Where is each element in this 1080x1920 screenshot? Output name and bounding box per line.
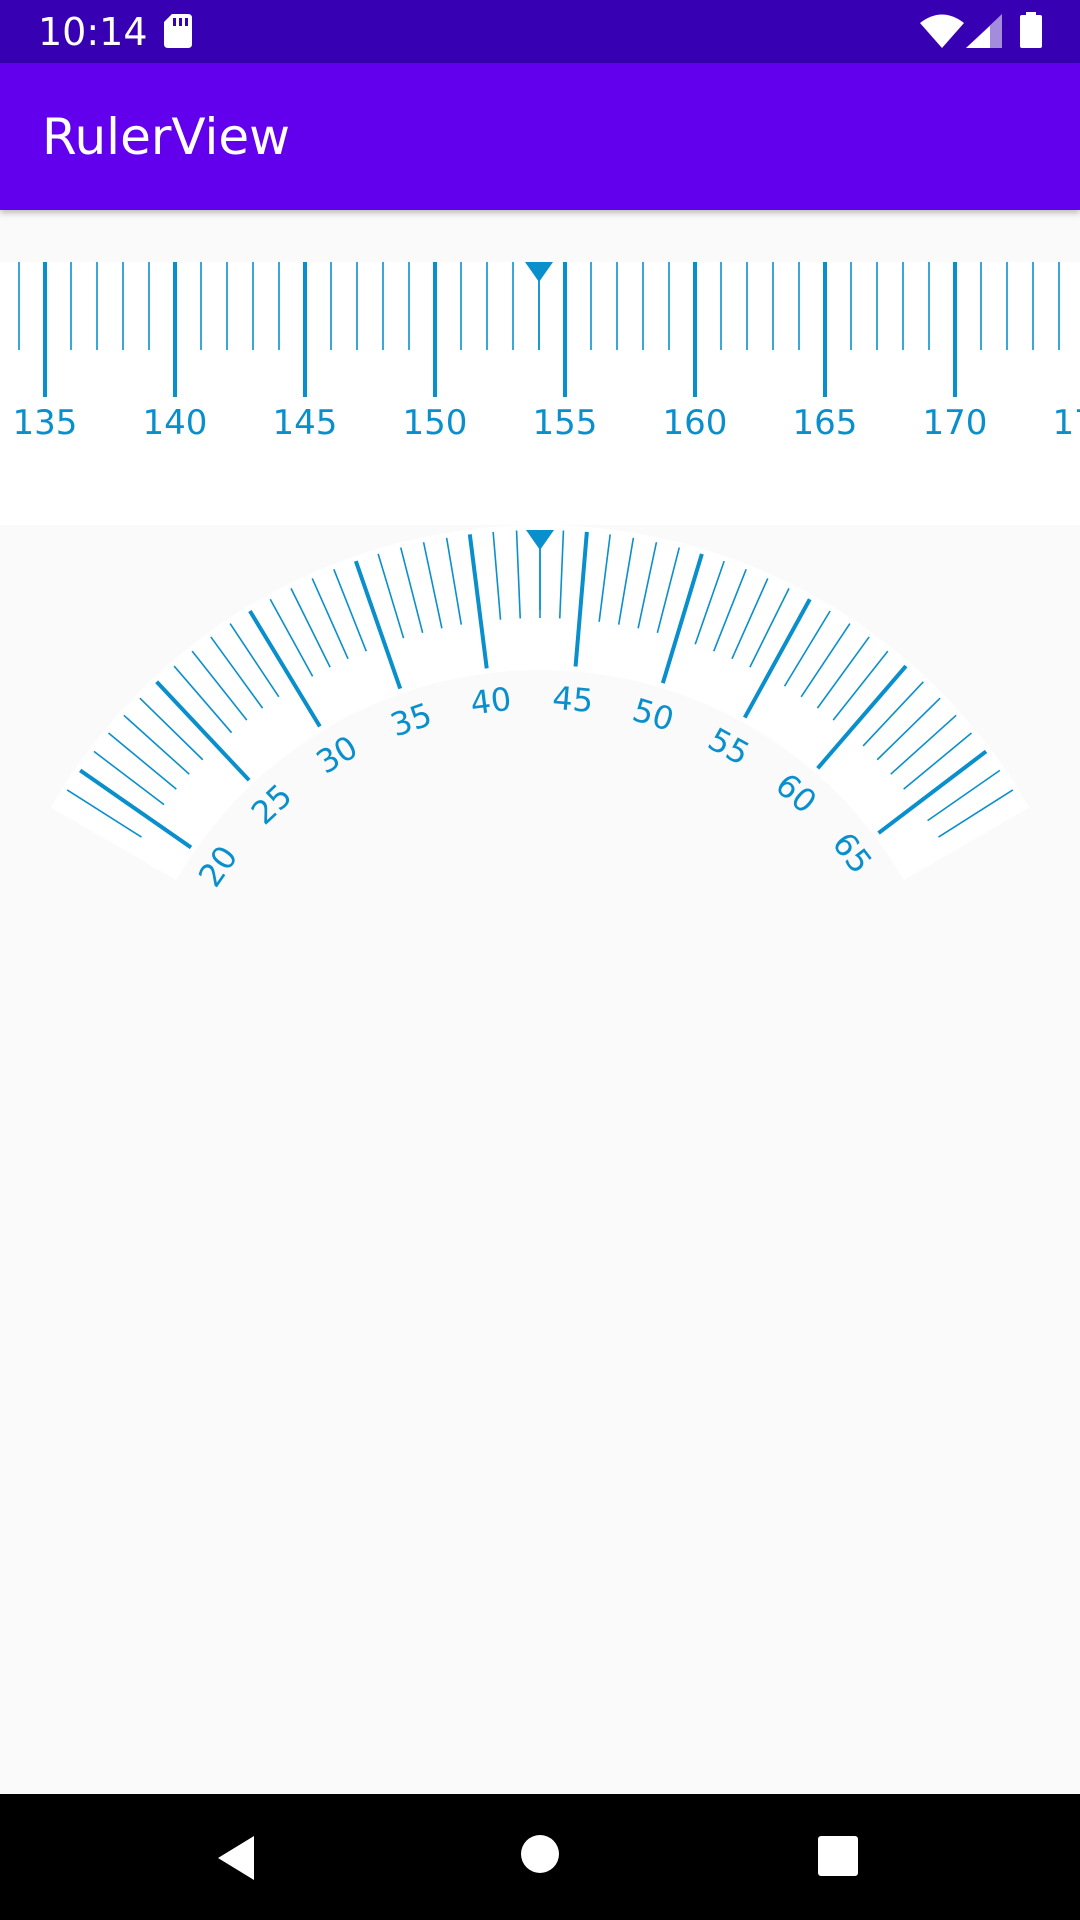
tick-label: 40 — [468, 680, 513, 723]
cellular-signal-icon — [966, 14, 1002, 48]
tick-label: 160 — [663, 403, 728, 443]
tick-label: 45 — [551, 679, 595, 720]
tick-label: 60 — [768, 766, 824, 821]
tick-label: 175 — [1053, 403, 1080, 443]
tick-label: 30 — [310, 728, 365, 782]
wifi-icon — [920, 14, 964, 48]
tick-label: 155 — [533, 403, 598, 443]
linear-ruler[interactable]: 135 140 145 150 155 160 165 170 175 — [0, 262, 1080, 525]
status-time: 10:14 — [38, 10, 148, 54]
linear-ruler-scale[interactable]: 135 140 145 150 155 160 165 170 175 — [0, 262, 1080, 525]
navigation-bar — [0, 1794, 1080, 1920]
tick-label: 165 — [793, 403, 858, 443]
tick-label: 140 — [143, 403, 208, 443]
tick-label: 65 — [825, 825, 880, 880]
tick-label: 170 — [923, 403, 988, 443]
tick-label: 145 — [273, 403, 338, 443]
tick-label: 150 — [403, 403, 468, 443]
tick-label: 25 — [244, 776, 300, 832]
tick-label: 50 — [628, 691, 678, 739]
tick-label: 135 — [13, 403, 78, 443]
tick-label: 20 — [191, 839, 245, 894]
tick-label: 55 — [702, 720, 756, 773]
status-bar: 10:14 — [0, 0, 1080, 63]
arc-ruler[interactable]: 20 25 30 35 40 45 50 55 60 65 — [0, 525, 1080, 1025]
arc-ruler-scale[interactable]: 20 2530 35 40 45 50 556065 — [0, 525, 1080, 1025]
home-icon[interactable] — [516, 1830, 564, 1878]
app-title: RulerView — [42, 108, 291, 166]
back-icon[interactable] — [214, 1834, 258, 1882]
app-bar: RulerView — [0, 63, 1080, 210]
recents-icon[interactable] — [816, 1834, 860, 1878]
sd-card-icon — [164, 14, 192, 48]
battery-icon — [1020, 12, 1042, 48]
tick-label: 35 — [386, 695, 437, 744]
